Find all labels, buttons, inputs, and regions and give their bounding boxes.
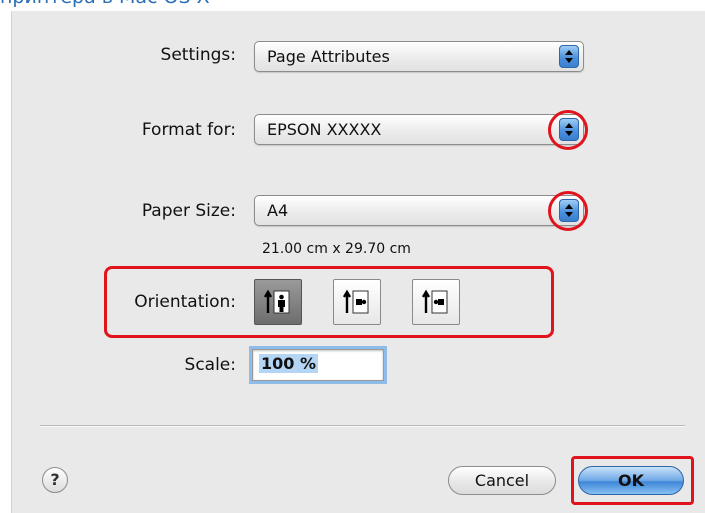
landscape-right-orientation-icon bbox=[421, 289, 448, 314]
landscape-left-orientation-icon bbox=[342, 289, 369, 314]
orientation-portrait-button[interactable] bbox=[254, 279, 302, 325]
format-for-value: EPSON XXXXX bbox=[267, 120, 382, 139]
ok-button-highlight bbox=[571, 456, 694, 505]
page-setup-dialog bbox=[11, 11, 705, 513]
popup-arrows-icon bbox=[559, 45, 579, 68]
orientation-landscape-left-button[interactable] bbox=[333, 279, 381, 325]
cancel-button[interactable]: Cancel bbox=[448, 466, 556, 495]
settings-popup[interactable]: Page Attributes bbox=[254, 41, 584, 72]
paper-dimensions: 21.00 cm x 29.70 cm bbox=[262, 241, 411, 257]
format-for-popup[interactable]: EPSON XXXXX bbox=[254, 114, 584, 145]
scale-input[interactable]: 100 % bbox=[252, 349, 384, 381]
format-for-label: Format for: bbox=[141, 120, 236, 140]
paper-size-popup[interactable]: A4 bbox=[254, 195, 584, 226]
settings-value: Page Attributes bbox=[267, 47, 390, 66]
paper-size-value: A4 bbox=[267, 201, 289, 220]
portrait-orientation-icon bbox=[263, 289, 290, 314]
page-caption: принтера в Mac OS X bbox=[0, 0, 210, 8]
help-button[interactable]: ? bbox=[42, 467, 68, 493]
orientation-label: Orientation: bbox=[134, 292, 236, 312]
divider bbox=[40, 425, 685, 427]
orientation-landscape-right-button[interactable] bbox=[412, 279, 460, 325]
settings-label: Settings: bbox=[160, 45, 236, 65]
format-for-arrow-highlight bbox=[548, 110, 588, 150]
paper-size-label: Paper Size: bbox=[141, 201, 236, 221]
scale-label: Scale: bbox=[184, 355, 236, 375]
scale-value: 100 % bbox=[259, 354, 318, 373]
paper-size-arrow-highlight bbox=[548, 191, 588, 231]
